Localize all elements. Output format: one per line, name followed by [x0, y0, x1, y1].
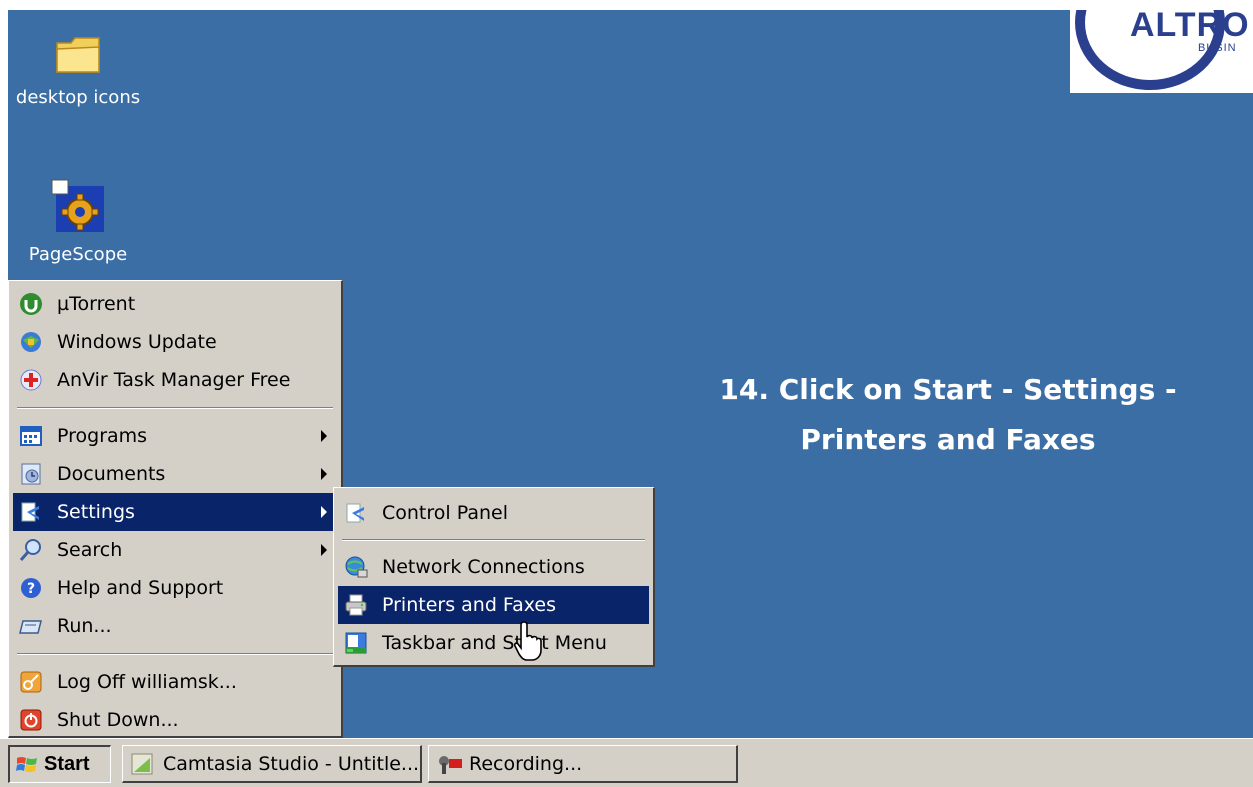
folder-icon: [55, 35, 101, 75]
network-icon: [344, 555, 368, 579]
menu-item-label: AnVir Task Manager Free: [57, 369, 291, 391]
taskbar-button-recording[interactable]: Recording...: [428, 745, 738, 783]
menu-item-utorrent[interactable]: µTorrent: [13, 285, 337, 323]
menu-item-taskbar-and-start-menu[interactable]: Taskbar and Start Menu: [338, 624, 649, 662]
menu-item-label: Documents: [57, 463, 166, 485]
menu-separator: [17, 653, 333, 655]
help-icon: ?: [19, 576, 43, 600]
gear-icon: [50, 178, 106, 234]
settings-submenu: Control Panel Network Connections Printe…: [333, 487, 655, 667]
menu-item-run[interactable]: Run...: [13, 607, 337, 645]
logo-subtext: BUSIN: [1198, 42, 1237, 54]
desktop-icon-folder[interactable]: desktop icons: [8, 35, 148, 108]
submenu-arrow-icon: [321, 430, 327, 442]
run-icon: [19, 614, 43, 638]
menu-item-label: Run...: [57, 615, 112, 637]
menu-item-anvir[interactable]: AnVir Task Manager Free: [13, 361, 337, 399]
shutdown-icon: [19, 708, 43, 732]
submenu-arrow-icon: [321, 506, 327, 518]
svg-text:?: ?: [27, 581, 35, 597]
menu-item-network-connections[interactable]: Network Connections: [338, 548, 649, 586]
start-button[interactable]: Start: [8, 745, 111, 783]
menu-item-control-panel[interactable]: Control Panel: [338, 494, 649, 532]
logoff-icon: [19, 670, 43, 694]
recording-icon: [437, 753, 462, 775]
menu-separator: [17, 407, 333, 409]
menu-item-label: Help and Support: [57, 577, 224, 599]
camtasia-icon: [131, 753, 153, 775]
desktop-icon-pagescope[interactable]: PageScope: [8, 178, 148, 265]
search-icon: [19, 538, 43, 562]
menu-item-label: Control Panel: [382, 502, 508, 524]
windows-update-icon: [19, 330, 43, 354]
instruction-text: 14. Click on Start - Settings - Printers…: [663, 365, 1233, 465]
menu-item-label: µTorrent: [57, 293, 136, 315]
menu-item-label: Network Connections: [382, 556, 585, 578]
menu-item-label: Search: [57, 539, 123, 561]
menu-item-documents[interactable]: Documents: [13, 455, 337, 493]
desktop-icon-label: desktop icons: [15, 87, 141, 108]
control-panel-icon: [344, 501, 368, 525]
menu-item-label: Log Off williamsk...: [57, 671, 237, 693]
anvir-icon: [19, 368, 43, 392]
logo-word: ALTRO: [1130, 10, 1250, 44]
menu-item-help[interactable]: ? Help and Support: [13, 569, 337, 607]
altro-logo: ALTRO BUSIN: [1070, 10, 1253, 93]
mouse-cursor-icon: [513, 620, 542, 666]
taskbar-button-label: Recording...: [469, 752, 583, 775]
instruction-line-1: 14. Click on Start - Settings -: [719, 373, 1177, 406]
menu-item-shutdown[interactable]: Shut Down...: [13, 701, 337, 739]
start-button-label: Start: [44, 753, 90, 775]
menu-separator: [342, 539, 645, 541]
documents-icon: [19, 462, 43, 486]
taskbar-icon: [344, 631, 368, 655]
menu-item-label: Printers and Faxes: [382, 594, 557, 616]
menu-item-printers-and-faxes[interactable]: Printers and Faxes: [338, 586, 649, 624]
taskbar: Start Camtasia Studio - Untitle... Recor…: [0, 738, 1253, 787]
menu-item-logoff[interactable]: Log Off williamsk...: [13, 663, 337, 701]
instruction-line-2: Printers and Faxes: [800, 423, 1096, 456]
menu-item-settings[interactable]: Settings: [13, 493, 337, 531]
desktop-icon-label: PageScope: [28, 244, 128, 265]
menu-item-label: Programs: [57, 425, 148, 447]
menu-item-label: Settings: [57, 501, 135, 523]
menu-item-search[interactable]: Search: [13, 531, 337, 569]
programs-icon: [19, 424, 43, 448]
menu-item-label: Shut Down...: [57, 709, 179, 731]
taskbar-button-label: Camtasia Studio - Untitle...: [163, 752, 420, 775]
menu-item-windows-update[interactable]: Windows Update: [13, 323, 337, 361]
submenu-arrow-icon: [321, 468, 327, 480]
menu-item-label: Windows Update: [57, 331, 217, 353]
windows-logo-icon: [16, 754, 38, 776]
printer-icon: [344, 593, 368, 617]
utorrent-icon: [19, 292, 43, 316]
menu-item-programs[interactable]: Programs: [13, 417, 337, 455]
taskbar-button-camtasia[interactable]: Camtasia Studio - Untitle...: [122, 745, 422, 783]
settings-icon: [19, 500, 43, 524]
start-menu: µTorrent Windows Update AnVir Task Manag…: [8, 280, 343, 738]
submenu-arrow-icon: [321, 544, 327, 556]
